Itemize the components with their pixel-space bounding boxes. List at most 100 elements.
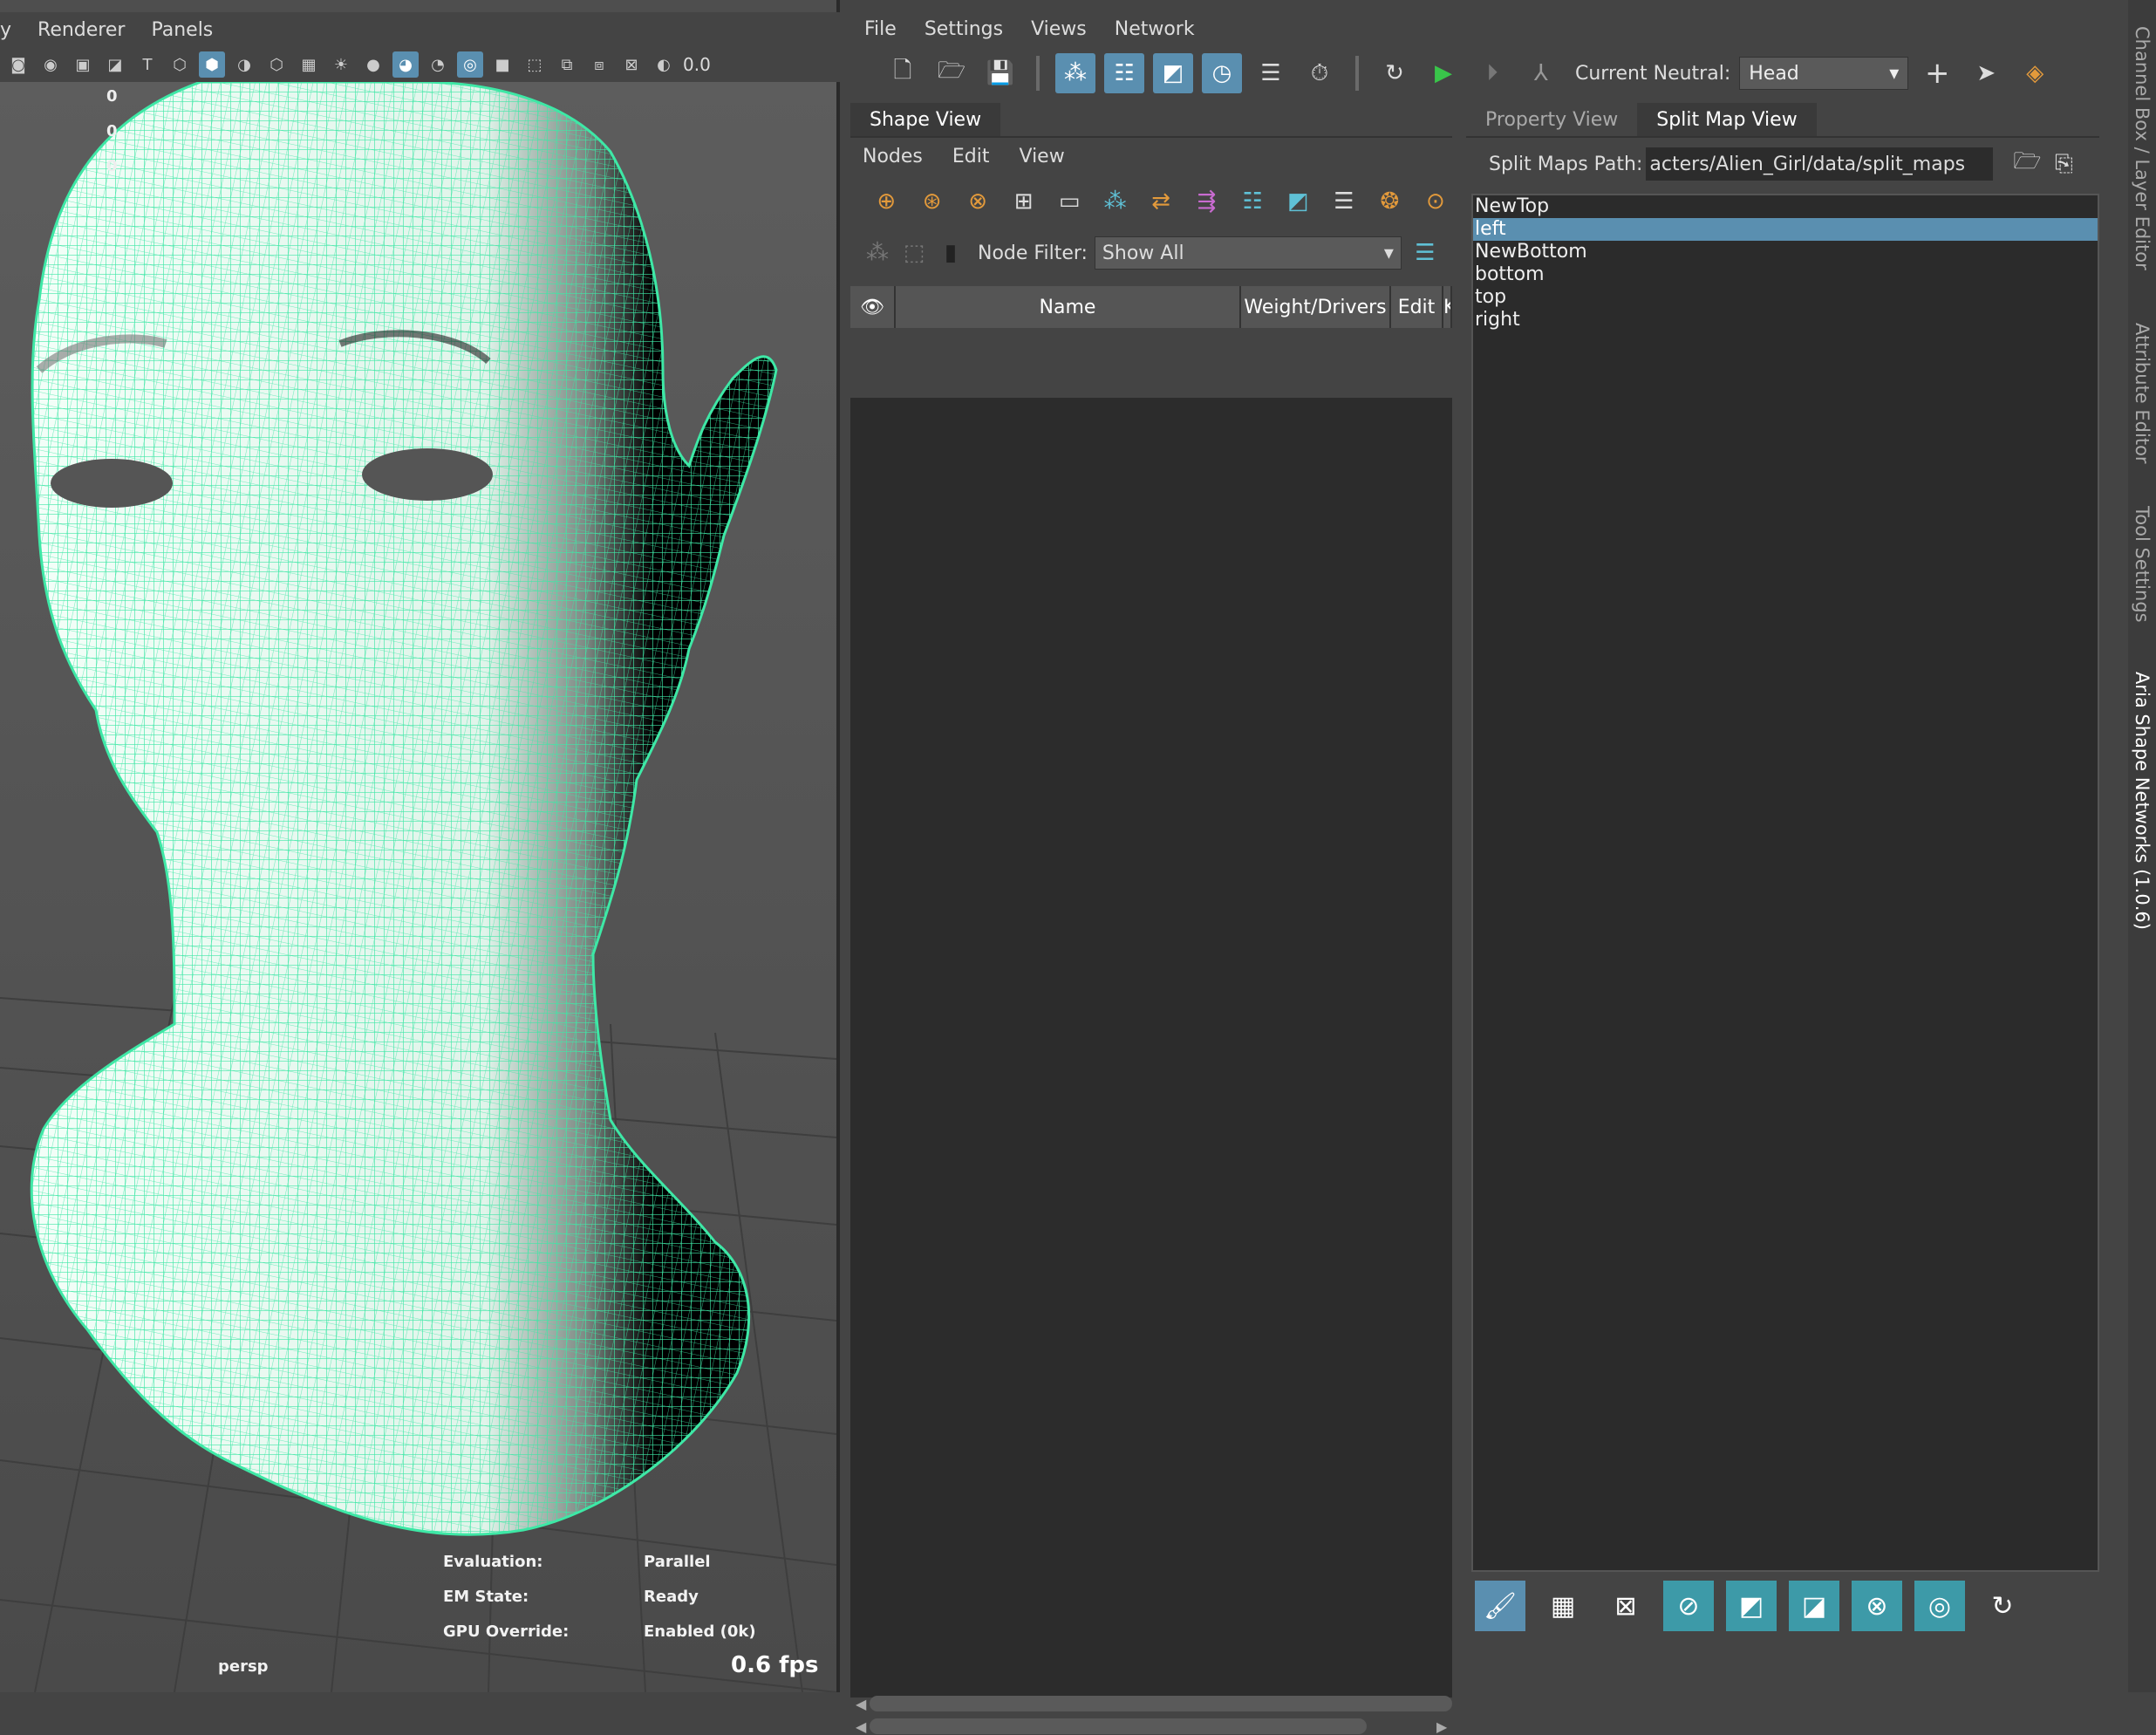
wire-on-shaded-icon[interactable]: ◑ bbox=[231, 51, 257, 78]
split-map-item-selected[interactable]: left bbox=[1473, 218, 2098, 241]
select-cursor-icon[interactable]: ➤ bbox=[1966, 53, 2006, 93]
weight-icon[interactable]: ◩ bbox=[1281, 183, 1314, 220]
depth-icon[interactable]: ■ bbox=[489, 51, 515, 78]
split-map-item[interactable]: NewTop bbox=[1473, 195, 2098, 218]
dock-tab-channel-box[interactable]: Channel Box / Layer Editor bbox=[2132, 26, 2153, 270]
split-map-item[interactable]: NewBottom bbox=[1473, 241, 2098, 263]
tab-split-map-view[interactable]: Split Map View bbox=[1637, 103, 1817, 136]
exposure-value[interactable]: 0.0 bbox=[683, 54, 711, 75]
tree-icon[interactable]: ☷ bbox=[1236, 183, 1269, 220]
exposure-icon[interactable]: ◐ bbox=[651, 51, 677, 78]
camera-attr-icon[interactable]: ◉ bbox=[38, 51, 64, 78]
layers-icon[interactable]: ◈ bbox=[2015, 53, 2055, 93]
smooth-shade-icon[interactable]: ⬢ bbox=[199, 51, 225, 78]
textured-icon[interactable]: ⬡ bbox=[263, 51, 290, 78]
motion-blur-icon[interactable]: ◔ bbox=[425, 51, 451, 78]
horizontal-scrollbar-top[interactable] bbox=[870, 1696, 1452, 1711]
neutral-icon[interactable]: ⅄ bbox=[1521, 53, 1561, 93]
column-name[interactable]: Name bbox=[896, 286, 1241, 328]
new-file-icon[interactable]: 🗋 bbox=[883, 53, 923, 93]
list-icon[interactable]: ☰ bbox=[1327, 183, 1361, 220]
timer-icon[interactable]: ⏱ bbox=[1300, 53, 1340, 93]
isolate-icon[interactable]: ⬚ bbox=[522, 51, 548, 78]
split-map-item[interactable]: right bbox=[1473, 309, 2098, 331]
split-map-item[interactable]: bottom bbox=[1473, 263, 2098, 286]
plus-minus-icon[interactable]: ◩ bbox=[1153, 53, 1193, 93]
connect-icon[interactable]: ⇄ bbox=[1144, 183, 1177, 220]
menu-file[interactable]: File bbox=[864, 18, 897, 40]
xray-joints-icon[interactable]: ⧈ bbox=[586, 51, 612, 78]
split-map-list[interactable]: NewTop left NewBottom bottom top right bbox=[1471, 194, 2099, 1572]
scroll-left-icon[interactable]: ◀ bbox=[856, 1718, 866, 1735]
column-weight-drivers[interactable]: Weight/Drivers bbox=[1241, 286, 1391, 328]
camera-icon[interactable]: ◙ bbox=[5, 51, 31, 78]
tab-shape-view[interactable]: Shape View bbox=[850, 103, 1001, 136]
shadows-icon[interactable]: ● bbox=[360, 51, 386, 78]
dock-tab-aria-shape-networks[interactable]: Aria Shape Networks (1.0.6) bbox=[2132, 672, 2153, 930]
image-plane-icon[interactable]: ◪ bbox=[102, 51, 128, 78]
menu-views[interactable]: Views bbox=[1031, 18, 1087, 40]
filter-options-icon[interactable]: ☰ bbox=[1407, 235, 1443, 271]
tab-property-view[interactable]: Property View bbox=[1466, 103, 1637, 136]
split-map-item[interactable]: top bbox=[1473, 286, 2098, 309]
column-key[interactable]: Key bbox=[1443, 286, 1452, 328]
save-icon[interactable]: 💾 bbox=[980, 53, 1020, 93]
viewport-canvas[interactable]: 0 0 0 Evaluation: Parallel EM State: Rea… bbox=[0, 82, 836, 1692]
scroll-left-icon[interactable]: ◀ bbox=[856, 1696, 866, 1712]
texture-icon[interactable]: T bbox=[134, 51, 160, 78]
menu-renderer[interactable]: Renderer bbox=[38, 19, 125, 41]
ambient-occlusion-icon[interactable]: ◕ bbox=[392, 51, 419, 78]
drivers-icon[interactable]: ⇶ bbox=[1190, 183, 1223, 220]
menu-edit[interactable]: Edit bbox=[952, 146, 990, 167]
add-folder-icon[interactable]: ▭ bbox=[1053, 183, 1086, 220]
clock-icon[interactable]: ◷ bbox=[1202, 53, 1242, 93]
node-filter-select[interactable]: Show All ▾ bbox=[1094, 236, 1402, 270]
node-graph-icon[interactable]: ⁂ bbox=[1055, 53, 1095, 93]
delete-split-map-icon[interactable]: ⊠ bbox=[1600, 1581, 1651, 1631]
add-group-icon[interactable]: ⊞ bbox=[1006, 183, 1040, 220]
antialias-icon[interactable]: ◎ bbox=[457, 51, 483, 78]
xray-icon[interactable]: ⧉ bbox=[554, 51, 580, 78]
add-icon[interactable]: + bbox=[1917, 53, 1957, 93]
refresh-icon[interactable]: ↻ bbox=[1375, 53, 1415, 93]
paint-icon[interactable]: ❂ bbox=[1373, 183, 1406, 220]
reset-map-icon[interactable]: ↻ bbox=[1977, 1581, 2028, 1631]
dock-tab-tool-settings[interactable]: Tool Settings bbox=[2132, 506, 2153, 623]
checker-icon[interactable]: ▦ bbox=[296, 51, 322, 78]
horizontal-scrollbar-bottom[interactable] bbox=[870, 1718, 1367, 1734]
column-edit[interactable]: Edit bbox=[1391, 286, 1443, 328]
menu-view[interactable]: y bbox=[0, 19, 11, 41]
add-shape-icon[interactable]: ⊕ bbox=[870, 183, 903, 220]
menu-settings[interactable]: Settings bbox=[924, 18, 1003, 40]
split-maps-path-input[interactable]: acters/Alien_Girl/data/split_maps bbox=[1646, 147, 1994, 181]
current-neutral-select[interactable]: Head ▾ bbox=[1739, 57, 1909, 90]
settings-list-icon[interactable]: ☰ bbox=[1251, 53, 1291, 93]
play-icon[interactable]: ▶ bbox=[1423, 53, 1463, 93]
menu-panels[interactable]: Panels bbox=[151, 19, 213, 41]
add-map-icon[interactable]: ◩ bbox=[1726, 1581, 1777, 1631]
network-icon[interactable]: ⁂ bbox=[1098, 183, 1131, 220]
save-split-map-icon[interactable]: ▦ bbox=[1538, 1581, 1588, 1631]
hierarchy-icon[interactable]: ⁂ bbox=[859, 235, 896, 271]
add-target-icon[interactable]: ⊛ bbox=[915, 183, 948, 220]
wireframe-icon[interactable]: ⬡ bbox=[167, 51, 193, 78]
lights-icon[interactable]: ☀ bbox=[328, 51, 354, 78]
dock-tab-attribute-editor[interactable]: Attribute Editor bbox=[2132, 323, 2153, 464]
paint-split-map-icon[interactable]: 🖌 bbox=[1475, 1581, 1525, 1631]
frame-icon[interactable]: ⬚ bbox=[896, 235, 932, 271]
node-table-body[interactable]: ◀ ◀ ▶ bbox=[850, 398, 1452, 1735]
add-combo-icon[interactable]: ⊗ bbox=[961, 183, 994, 220]
scroll-right-icon[interactable]: ▶ bbox=[1436, 1718, 1447, 1735]
menu-view[interactable]: View bbox=[1020, 146, 1065, 167]
xray-components-icon[interactable]: ⊠ bbox=[618, 51, 645, 78]
step-icon[interactable]: ⏵ bbox=[1472, 53, 1512, 93]
swatch-icon[interactable]: ▮ bbox=[932, 235, 969, 271]
open-folder-icon[interactable]: 🗁 bbox=[931, 53, 972, 93]
invert-map-icon[interactable]: ⊘ bbox=[1663, 1581, 1714, 1631]
intersect-map-icon[interactable]: ⊗ bbox=[1852, 1581, 1902, 1631]
menu-nodes[interactable]: Nodes bbox=[863, 146, 923, 167]
visibility-column-icon[interactable]: 👁 bbox=[850, 286, 896, 328]
browse-folder-icon[interactable]: 🗁 bbox=[2009, 146, 2045, 182]
bookmark-icon[interactable]: ▣ bbox=[70, 51, 96, 78]
hierarchy-icon[interactable]: ☷ bbox=[1104, 53, 1144, 93]
